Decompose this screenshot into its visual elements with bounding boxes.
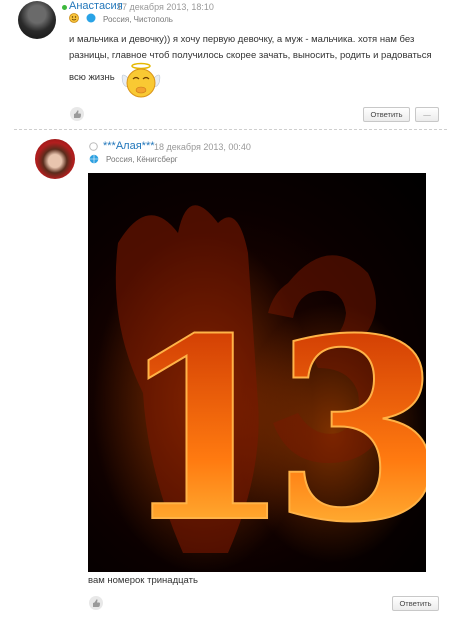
comment2-author-link[interactable]: ***Алая*** — [103, 140, 155, 152]
comment1-location: Россия, Чистополь — [103, 15, 173, 24]
avatar-anastasia[interactable] — [18, 1, 56, 39]
thumbs-up-icon — [74, 110, 81, 118]
comment1-author-link[interactable]: Анастасия — [69, 0, 123, 12]
fire-13-image[interactable]: 13 — [88, 173, 426, 572]
online-status-icon — [62, 5, 67, 10]
fire-digits-graphic: 13 — [93, 205, 426, 572]
comment-separator — [14, 129, 447, 130]
smile-badge-icon — [69, 13, 79, 23]
comment2-like-icon[interactable] — [89, 596, 103, 610]
comment2-date: 18 декабря 2013, 00:40 — [154, 142, 251, 152]
comment1-text-line1: и мальчика и девочку)) я хочу первую дев… — [69, 34, 415, 45]
thumbs-up-icon — [93, 599, 100, 607]
comment2-caption: вам номерок тринадцать — [88, 575, 198, 586]
comment1-like-icon[interactable] — [70, 107, 84, 121]
globe-badge-icon — [86, 13, 96, 23]
angel-emoticon-icon — [121, 62, 161, 98]
comment2-reply-button[interactable]: Ответить — [392, 596, 439, 611]
comment1-reply-button[interactable]: Ответить — [363, 107, 410, 122]
gender-icon — [89, 142, 98, 151]
comment1-more-button[interactable]: — — [415, 107, 439, 122]
fire-13-text: 13 — [118, 283, 426, 572]
comment1-text-line3: всю жизнь — [69, 72, 115, 83]
avatar-alaya[interactable] — [35, 139, 75, 179]
comment2-location: Россия, Кёнигсберг — [106, 155, 178, 164]
location-globe-icon — [89, 154, 99, 164]
comment1-date: 17 декабря 2013, 18:10 — [117, 2, 214, 12]
